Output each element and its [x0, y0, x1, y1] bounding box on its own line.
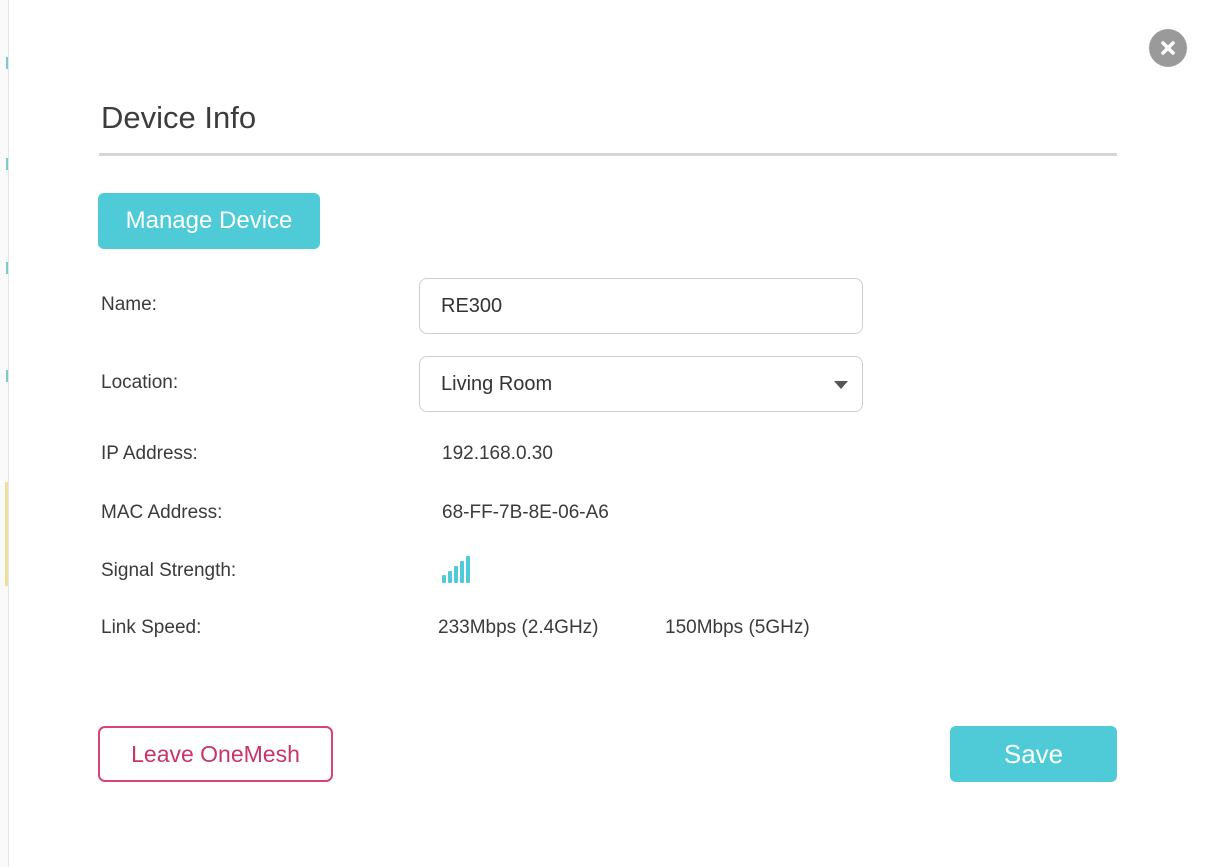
- ip-address-value: 192.168.0.30: [442, 443, 553, 464]
- link-speed-5ghz: 150Mbps (5GHz): [665, 617, 810, 638]
- name-input[interactable]: RE300: [419, 278, 863, 334]
- link-speed-label: Link Speed:: [101, 617, 202, 638]
- save-button[interactable]: Save: [950, 726, 1117, 782]
- signal-bar: [466, 556, 470, 583]
- leave-onemesh-button[interactable]: Leave OneMesh: [98, 726, 333, 782]
- chevron-down-icon: [834, 381, 848, 389]
- close-icon: [1161, 41, 1175, 55]
- background-marker: [6, 57, 8, 69]
- signal-bar: [442, 575, 446, 583]
- location-select-value: Living Room: [441, 372, 553, 395]
- location-select[interactable]: Living Room: [419, 356, 863, 412]
- mac-address-label: MAC Address:: [101, 502, 223, 523]
- background-marker: [6, 262, 8, 274]
- background-marker: [6, 370, 8, 382]
- signal-strength-label: Signal Strength:: [101, 560, 237, 581]
- background-marker: [5, 482, 8, 586]
- name-label: Name:: [101, 294, 157, 315]
- close-button[interactable]: [1149, 29, 1187, 67]
- signal-bar: [448, 571, 452, 583]
- name-input-value: RE300: [441, 294, 503, 317]
- signal-bar: [460, 561, 464, 583]
- dialog-border: [8, 0, 9, 867]
- dialog-title: Device Info: [101, 100, 257, 135]
- location-label: Location:: [101, 372, 179, 393]
- signal-strength-icon: [442, 556, 470, 583]
- signal-bar: [454, 566, 458, 583]
- background-marker: [6, 158, 8, 170]
- link-speed-24ghz: 233Mbps (2.4GHz): [438, 617, 599, 638]
- ip-address-label: IP Address:: [101, 443, 198, 464]
- background-strip: [0, 0, 8, 867]
- manage-device-button[interactable]: Manage Device: [98, 193, 320, 249]
- mac-address-value: 68-FF-7B-8E-06-A6: [442, 502, 609, 523]
- title-divider: [99, 153, 1117, 156]
